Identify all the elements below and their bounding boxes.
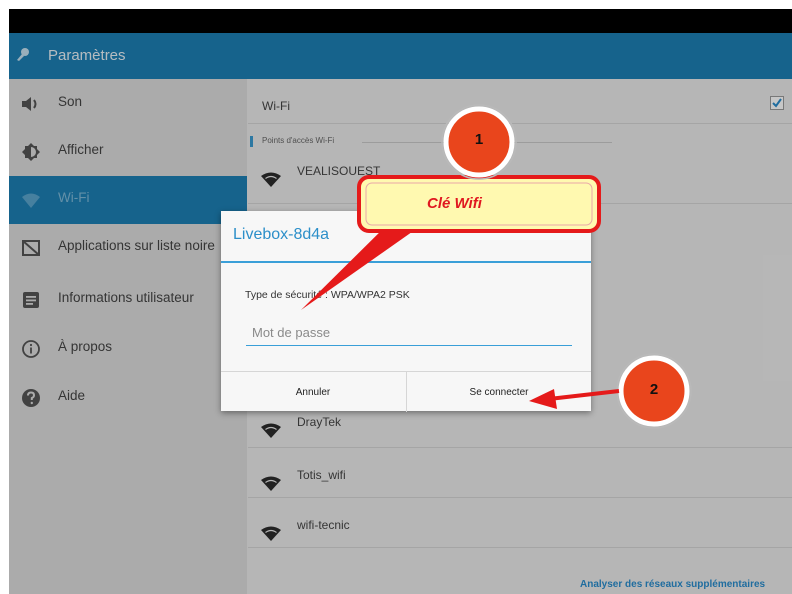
callout-label: Clé Wifi <box>427 195 482 212</box>
dialog-title-rule <box>221 261 591 263</box>
cancel-button[interactable]: Annuler <box>221 372 405 412</box>
dialog-title: Livebox-8d4a <box>233 226 330 243</box>
password-field[interactable] <box>246 319 572 346</box>
step-1-label: 1 <box>474 131 484 148</box>
security-type-value: WPA/WPA2 PSK <box>330 289 410 301</box>
connect-button[interactable]: Se connecter <box>406 372 591 412</box>
dialog-button-bar: Annuler Se connecter <box>221 371 591 412</box>
security-type-label: Type de sécurité : <box>245 289 328 301</box>
device-screen: Paramètres Son Afficher Wi-Fi Applicatio… <box>9 9 792 594</box>
security-type: Type de sécurité : WPA/WPA2 PSK <box>245 289 410 301</box>
step-2-label: 2 <box>649 381 659 398</box>
wifi-connect-dialog: Livebox-8d4a Type de sécurité : WPA/WPA2… <box>221 211 591 412</box>
